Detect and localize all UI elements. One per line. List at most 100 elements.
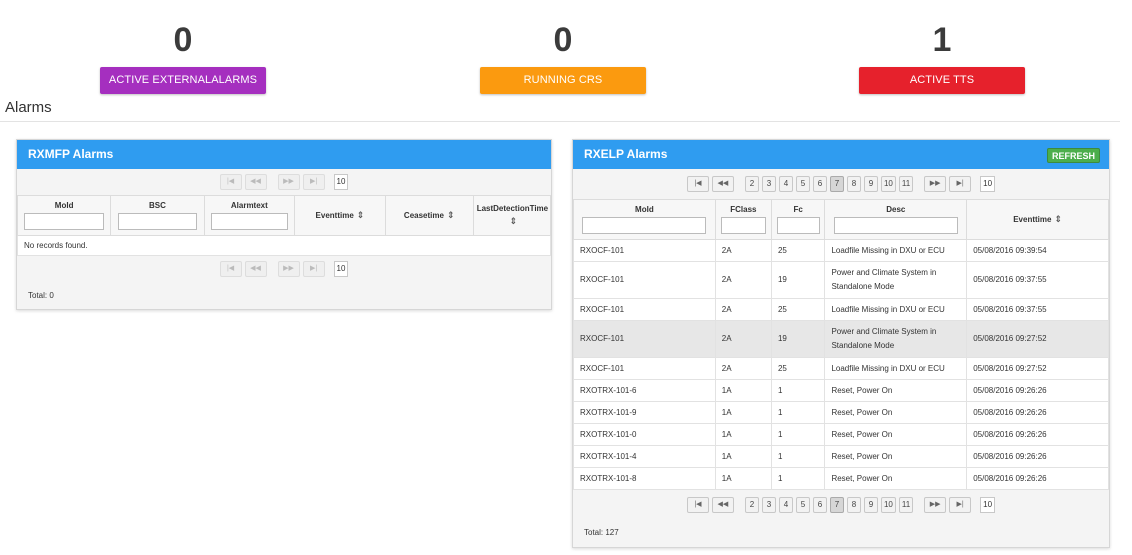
sort-icon[interactable]: ⇕: [357, 210, 365, 220]
cell-fclass: 2A: [714, 320, 772, 358]
page-button[interactable]: 2: [744, 176, 759, 192]
prev-page-icon[interactable]: ◀◀: [711, 176, 734, 192]
column-header-eventtime[interactable]: Eventtime ⇕: [966, 199, 1109, 240]
first-page-icon[interactable]: |◀: [686, 176, 709, 192]
first-page-icon[interactable]: |◀: [219, 174, 242, 190]
empty-message: No records found.: [17, 235, 551, 256]
alarmtext-filter-input[interactable]: [210, 213, 288, 230]
page-button[interactable]: 8: [846, 497, 861, 513]
section-title: Alarms: [5, 99, 52, 116]
bsc-filter-input[interactable]: [117, 213, 198, 230]
page-button[interactable]: 6: [812, 497, 827, 513]
column-header-ceasetime[interactable]: Ceasetime ⇕: [384, 195, 474, 236]
refresh-button[interactable]: REFRESH: [1046, 148, 1100, 163]
prev-page-icon[interactable]: ◀◀: [711, 497, 734, 513]
cell-fclass: 1A: [714, 379, 772, 402]
rows-per-page-select[interactable]: 10: [333, 261, 349, 277]
cell-eventtime: 05/08/2016 09:26:26: [966, 423, 1109, 446]
cell-desc: Reset, Power On: [824, 467, 968, 490]
table-row[interactable]: RXOTRX-101-4 1A 1 Reset, Power On 05/08/2016…: [573, 445, 1109, 468]
total-count: Total: 0: [28, 291, 54, 300]
cell-fclass: 1A: [714, 423, 772, 446]
paginator-top: |◀ ◀◀ 2 3 4 5 6 7 8 9 10 11 ▶▶ ▶| 10: [573, 169, 1109, 199]
paginator-bottom: |◀ ◀◀ ▶▶ ▶| 10: [17, 256, 551, 282]
table-row[interactable]: RXOTRX-101-0 1A 1 Reset, Power On 05/08/2016…: [573, 423, 1109, 446]
column-header-alarmtext: Alarmtext: [203, 195, 296, 236]
sort-icon[interactable]: ⇕: [447, 210, 455, 220]
last-page-icon[interactable]: ▶|: [949, 497, 972, 513]
cell-desc: Loadfile Missing in DXU or ECU: [824, 357, 968, 380]
paginator-bottom: |◀ ◀◀ 2 3 4 5 6 7 8 9 10 11 ▶▶ ▶| 10: [573, 490, 1109, 520]
desc-filter-input[interactable]: [833, 217, 958, 234]
cell-fclass: 1A: [714, 445, 772, 468]
moid-filter-input[interactable]: [24, 213, 104, 230]
column-header-fc: Fc: [770, 199, 826, 240]
page-button[interactable]: 11: [898, 176, 914, 192]
prev-page-icon[interactable]: ◀◀: [244, 174, 267, 190]
last-page-icon[interactable]: ▶|: [949, 176, 972, 192]
next-page-icon[interactable]: ▶▶: [924, 176, 947, 192]
page-button[interactable]: 3: [761, 497, 776, 513]
column-header-eventtime[interactable]: Eventtime ⇕: [294, 195, 386, 236]
page-button[interactable]: 9: [863, 497, 878, 513]
column-header-lastdetectiontime[interactable]: LastDetectionTime ⇕: [472, 195, 552, 236]
table-row[interactable]: RXOTRX-101-6 1A 1 Reset, Power On 05/08/2016…: [573, 379, 1109, 402]
fclass-filter-input[interactable]: [720, 217, 766, 234]
cell-desc: Reset, Power On: [824, 423, 968, 446]
table-row[interactable]: RXOCF-101 2A 25 Loadfile Missing in DXU or …: [573, 239, 1109, 262]
first-page-icon[interactable]: |◀: [219, 261, 242, 277]
cell-fc: 1: [770, 423, 826, 446]
last-page-icon[interactable]: ▶|: [302, 174, 325, 190]
next-page-icon[interactable]: ▶▶: [277, 174, 300, 190]
moid-filter-input[interactable]: [582, 217, 707, 234]
page-button[interactable]: 8: [846, 176, 861, 192]
active-tts-button[interactable]: ACTIVE TTS: [859, 67, 1025, 94]
paginator-top: |◀ ◀◀ ▶▶ ▶| 10: [17, 169, 551, 195]
page-button[interactable]: 10: [880, 176, 896, 192]
last-page-icon[interactable]: ▶|: [302, 261, 325, 277]
page-button[interactable]: 9: [863, 176, 878, 192]
rows-per-page-select[interactable]: 10: [980, 497, 996, 513]
first-page-icon[interactable]: |◀: [686, 497, 709, 513]
table-row[interactable]: RXOCF-101 2A 25 Loadfile Missing in DXU or …: [573, 357, 1109, 380]
cell-fc: 1: [770, 401, 826, 424]
page-button-active[interactable]: 7: [829, 497, 844, 513]
cell-eventtime: 05/08/2016 09:27:52: [966, 357, 1109, 380]
cell-desc: Reset, Power On: [824, 379, 968, 402]
table-row[interactable]: RXOTRX-101-9 1A 1 Reset, Power On 05/08/2016…: [573, 401, 1109, 424]
page-button[interactable]: 11: [898, 497, 914, 513]
page-button[interactable]: 5: [795, 497, 810, 513]
table-row[interactable]: RXOCF-101 2A 19 Power and Climate System in…: [573, 320, 1109, 358]
cell-eventtime: 05/08/2016 09:26:26: [966, 379, 1109, 402]
page-button[interactable]: 5: [795, 176, 810, 192]
prev-page-icon[interactable]: ◀◀: [244, 261, 267, 277]
rows-per-page-select[interactable]: 10: [333, 174, 349, 190]
page-button[interactable]: 4: [778, 497, 793, 513]
rows-per-page-select[interactable]: 10: [980, 176, 996, 192]
panel-title: RXMFP Alarms: [17, 140, 551, 169]
cell-fclass: 1A: [714, 401, 772, 424]
page-button[interactable]: 3: [761, 176, 776, 192]
table-row[interactable]: RXOCF-101 2A 19 Power and Climate System in…: [573, 261, 1109, 299]
rxelp-alarms-panel: RXELP Alarms REFRESH |◀ ◀◀ 2 3 4 5 6 7 8…: [572, 139, 1110, 548]
cell-moid: RXOCF-101: [573, 298, 716, 321]
running-crs-button[interactable]: RUNNING CRS: [480, 67, 646, 94]
cell-desc: Reset, Power On: [824, 445, 968, 468]
fc-filter-input[interactable]: [776, 217, 820, 234]
sort-icon[interactable]: ⇕: [1054, 214, 1062, 224]
cell-moid: RXOCF-101: [573, 320, 716, 358]
page-button[interactable]: 10: [880, 497, 896, 513]
page-button[interactable]: 4: [778, 176, 793, 192]
active-external-alarms-button[interactable]: ACTIVE EXTERNALALARMS: [100, 67, 266, 94]
page-button[interactable]: 6: [812, 176, 827, 192]
page-button-active[interactable]: 7: [829, 176, 844, 192]
page-button[interactable]: 2: [744, 497, 759, 513]
cell-fc: 25: [770, 298, 826, 321]
cell-desc: Loadfile Missing in DXU or ECU: [824, 298, 968, 321]
next-page-icon[interactable]: ▶▶: [277, 261, 300, 277]
table-row[interactable]: RXOTRX-101-8 1A 1 Reset, Power On 05/08/2016…: [573, 467, 1109, 490]
next-page-icon[interactable]: ▶▶: [924, 497, 947, 513]
sort-icon[interactable]: ⇕: [510, 216, 518, 226]
table-row[interactable]: RXOCF-101 2A 25 Loadfile Missing in DXU or …: [573, 298, 1109, 321]
total-count: Total: 127: [584, 528, 619, 537]
